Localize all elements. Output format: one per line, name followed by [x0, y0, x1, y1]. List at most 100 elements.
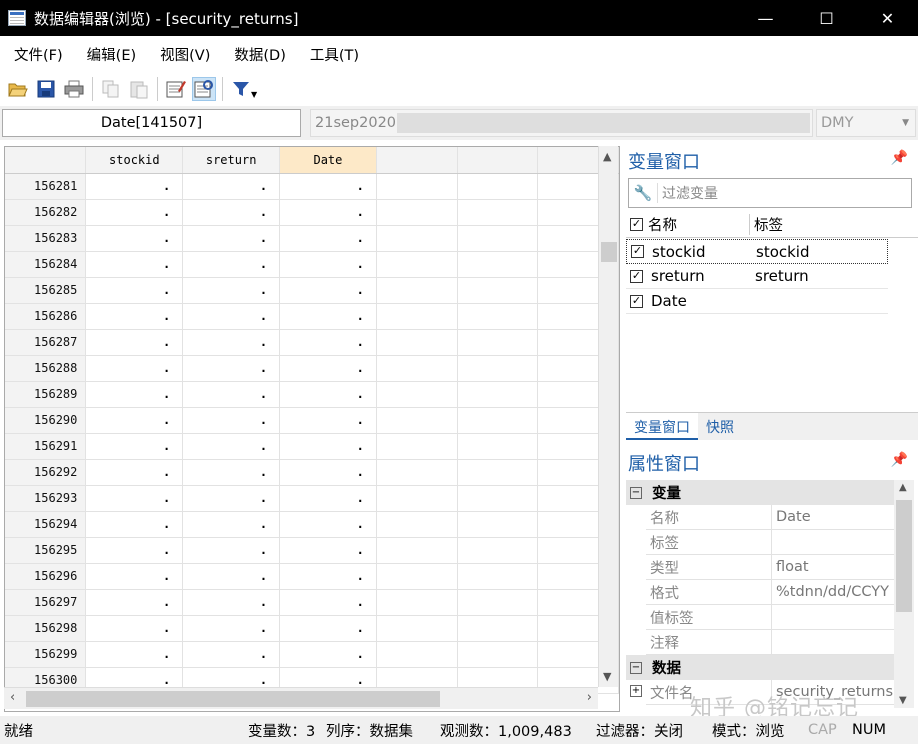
empty-cell[interactable]: [376, 199, 458, 226]
data-cell[interactable]: .: [85, 303, 184, 330]
data-cell[interactable]: .: [279, 459, 377, 486]
data-cell[interactable]: .: [279, 277, 377, 304]
empty-cell[interactable]: [376, 329, 458, 356]
grid-vertical-scrollbar[interactable]: ▲ ▼: [598, 146, 618, 687]
property-row[interactable]: 名称 Date: [646, 505, 894, 530]
maximize-button[interactable]: ☐: [796, 0, 857, 36]
empty-cell[interactable]: [376, 381, 458, 408]
tab-variables[interactable]: 变量窗口: [626, 413, 698, 440]
empty-cell[interactable]: [457, 173, 539, 200]
data-cell[interactable]: .: [85, 563, 184, 590]
data-cell[interactable]: .: [85, 433, 184, 460]
empty-cell[interactable]: [376, 641, 458, 668]
data-cell[interactable]: .: [279, 537, 377, 564]
data-cell[interactable]: .: [182, 173, 281, 200]
scroll-thumb[interactable]: [26, 691, 440, 707]
data-cell[interactable]: .: [279, 589, 377, 616]
data-cell[interactable]: .: [182, 511, 281, 538]
section-data[interactable]: − 数据: [626, 655, 894, 680]
data-cell[interactable]: .: [85, 199, 184, 226]
data-cell[interactable]: .: [182, 277, 281, 304]
save-icon[interactable]: [34, 77, 58, 101]
data-cell[interactable]: .: [279, 199, 377, 226]
column-header-sreturn[interactable]: sreturn: [182, 147, 281, 174]
empty-cell[interactable]: [376, 433, 458, 460]
data-cell[interactable]: .: [279, 225, 377, 252]
empty-cell[interactable]: [376, 355, 458, 382]
variable-row[interactable]: ✓ Date: [626, 289, 888, 314]
empty-cell[interactable]: [457, 615, 539, 642]
data-cell[interactable]: .: [182, 485, 281, 512]
wrench-icon[interactable]: 🔧: [629, 184, 657, 202]
empty-cell[interactable]: [457, 407, 539, 434]
data-cell[interactable]: .: [279, 173, 377, 200]
menu-edit[interactable]: 编辑(E): [87, 44, 136, 65]
variable-row[interactable]: ✓ stockid stockid: [626, 239, 888, 264]
empty-cell[interactable]: [457, 511, 539, 538]
row-number[interactable]: 156293: [5, 485, 87, 512]
data-cell[interactable]: .: [85, 407, 184, 434]
data-cell[interactable]: .: [279, 329, 377, 356]
row-number[interactable]: 156295: [5, 537, 87, 564]
grid-horizontal-scrollbar[interactable]: ‹ ›: [4, 687, 598, 709]
data-cell[interactable]: .: [279, 251, 377, 278]
empty-cell[interactable]: [457, 485, 539, 512]
empty-cell[interactable]: [376, 225, 458, 252]
empty-cell[interactable]: [457, 251, 539, 278]
empty-cell[interactable]: [457, 199, 539, 226]
empty-cell[interactable]: [376, 303, 458, 330]
empty-cell[interactable]: [457, 589, 539, 616]
empty-cell[interactable]: [457, 537, 539, 564]
row-number[interactable]: 156288: [5, 355, 87, 382]
copy-icon[interactable]: [99, 77, 123, 101]
data-cell[interactable]: .: [182, 251, 281, 278]
empty-cell[interactable]: [457, 459, 539, 486]
print-icon[interactable]: [62, 77, 86, 101]
open-folder-icon[interactable]: [6, 77, 30, 101]
row-number[interactable]: 156298: [5, 615, 87, 642]
variable-checkbox[interactable]: ✓: [631, 245, 644, 258]
data-cell[interactable]: .: [182, 381, 281, 408]
data-cell[interactable]: .: [279, 485, 377, 512]
filter-icon[interactable]: [229, 77, 253, 101]
data-cell[interactable]: .: [85, 381, 184, 408]
empty-cell[interactable]: [457, 433, 539, 460]
empty-cell[interactable]: [376, 615, 458, 642]
data-cell[interactable]: .: [182, 589, 281, 616]
empty-cell[interactable]: [457, 225, 539, 252]
variable-checkbox[interactable]: ✓: [630, 269, 643, 283]
paste-icon[interactable]: [127, 77, 151, 101]
empty-cell[interactable]: [457, 381, 539, 408]
row-number[interactable]: 156287: [5, 329, 87, 356]
data-cell[interactable]: .: [85, 459, 184, 486]
collapse-icon[interactable]: −: [630, 661, 642, 674]
data-cell[interactable]: .: [85, 173, 184, 200]
data-cell[interactable]: .: [279, 511, 377, 538]
empty-cell[interactable]: [376, 589, 458, 616]
empty-cell[interactable]: [376, 485, 458, 512]
filter-variables-input[interactable]: 🔧 过滤变量: [628, 178, 912, 208]
empty-cell[interactable]: [457, 355, 539, 382]
row-number[interactable]: 156294: [5, 511, 87, 538]
data-cell[interactable]: .: [182, 303, 281, 330]
column-header-stockid[interactable]: stockid: [85, 147, 184, 174]
close-button[interactable]: ✕: [857, 0, 918, 36]
variable-checkbox[interactable]: ✓: [630, 294, 643, 308]
data-cell[interactable]: .: [182, 199, 281, 226]
data-cell[interactable]: .: [279, 433, 377, 460]
empty-cell[interactable]: [457, 303, 539, 330]
row-number[interactable]: 156286: [5, 303, 87, 330]
property-row[interactable]: 注释: [646, 630, 894, 655]
property-row[interactable]: 类型 float: [646, 555, 894, 580]
data-cell[interactable]: .: [182, 641, 281, 668]
row-number[interactable]: 156281: [5, 173, 87, 200]
scroll-right-icon[interactable]: ›: [587, 690, 592, 705]
data-cell[interactable]: .: [182, 537, 281, 564]
edit-icon[interactable]: [164, 77, 188, 101]
menu-tools[interactable]: 工具(T): [310, 44, 359, 65]
empty-cell[interactable]: [457, 563, 539, 590]
property-row[interactable]: 格式 %tdnn/dd/CCYY: [646, 580, 894, 605]
data-cell[interactable]: .: [85, 251, 184, 278]
data-cell[interactable]: .: [85, 225, 184, 252]
empty-cell[interactable]: [457, 329, 539, 356]
